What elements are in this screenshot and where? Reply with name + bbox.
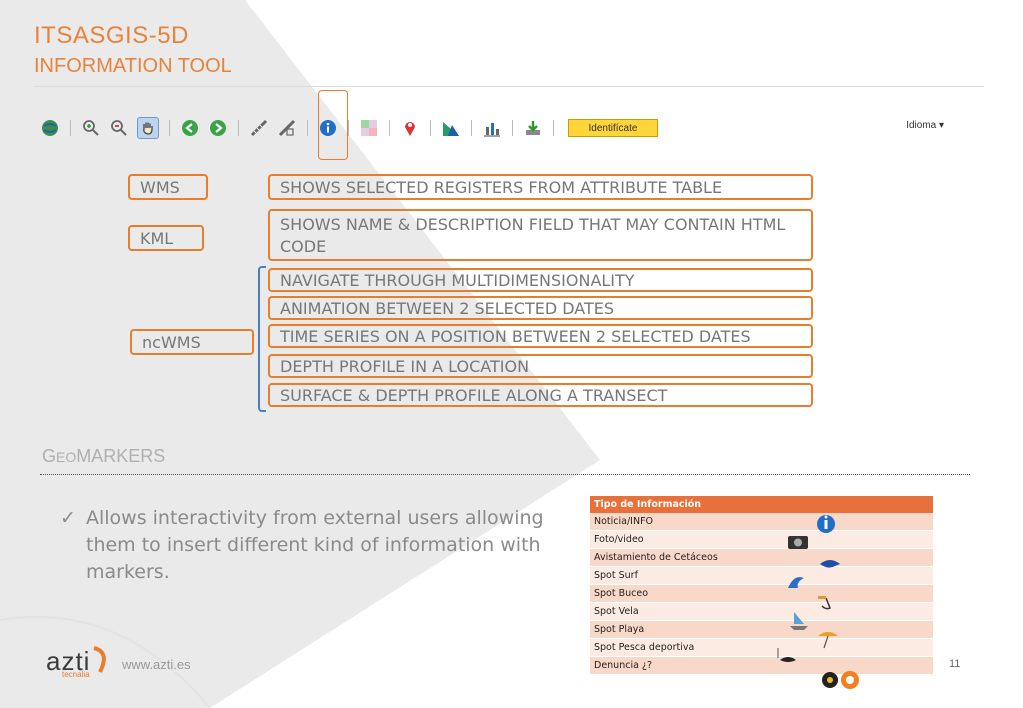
zoom-in-icon[interactable] <box>81 118 101 138</box>
toolbar-separator <box>430 120 431 136</box>
surf-marker-icon <box>788 577 804 588</box>
toolbar-separator <box>238 120 239 136</box>
chart-icon[interactable] <box>482 118 502 138</box>
measure-area-icon[interactable] <box>277 118 297 138</box>
bullet-text: Allows interactivity from external users… <box>86 507 544 583</box>
toolbar-separator <box>389 120 390 136</box>
sail-marker-icon <box>790 612 808 630</box>
pan-hand-icon[interactable] <box>137 117 159 139</box>
feature-box: SHOWS NAME & DESCRIPTION FIELD THAT MAY … <box>268 209 813 261</box>
geomarkers-heading-small: EO <box>56 449 77 465</box>
toolbar-separator <box>307 120 308 136</box>
info-tool-highlight <box>318 90 348 160</box>
identify-button[interactable]: Identifícate <box>568 119 658 137</box>
feature-box: DEPTH PROFILE IN A LOCATION <box>268 354 813 378</box>
group-label-ncwms: ncWMS <box>130 329 254 355</box>
toolbar-separator <box>348 120 349 136</box>
logo-swoosh-icon <box>93 646 106 673</box>
footer-url[interactable]: www.azti.es <box>122 657 191 672</box>
zoom-out-icon[interactable] <box>109 118 129 138</box>
beach-marker-icon <box>818 632 838 649</box>
language-dropdown[interactable]: Idioma ▾ <box>906 120 944 131</box>
table-header: Tipo de Información <box>590 496 758 513</box>
toolbar-separator <box>471 120 472 136</box>
ncwms-bracket <box>258 266 266 412</box>
page-title: ITSASGIS-5D <box>34 22 189 49</box>
camera-marker-icon <box>788 536 808 549</box>
title-divider <box>34 86 984 87</box>
marker-icons <box>777 515 859 689</box>
diving-marker-icon <box>818 596 831 610</box>
profile-icon[interactable] <box>441 118 461 138</box>
whale-marker-icon <box>820 560 840 568</box>
geomarkers-heading-rest: MARKERS <box>76 446 166 466</box>
fishing-marker-icon <box>777 648 796 662</box>
page-number: 11 <box>949 658 961 670</box>
feature-box: TIME SERIES ON A POSITION BETWEEN 2 SELE… <box>268 324 813 348</box>
group-label-wms: WMS <box>128 174 208 200</box>
feature-box: NAVIGATE THROUGH MULTIDIMENSIONALITY <box>268 268 813 292</box>
geomarkers-heading-first: G <box>42 446 57 466</box>
hazard-marker-icon <box>822 671 859 689</box>
checkmark-icon: ✓ <box>60 507 76 529</box>
group-label-kml: KML <box>128 225 204 251</box>
page-subtitle: INFORMATION TOOL <box>34 55 232 77</box>
globe-icon[interactable] <box>40 118 60 138</box>
download-icon[interactable] <box>523 118 543 138</box>
forward-arrow-icon[interactable] <box>208 118 228 138</box>
info-marker-icon <box>817 515 835 533</box>
toolbar-separator <box>169 120 170 136</box>
map-toolbar: Identifícate Idioma ▾ <box>36 108 944 148</box>
toolbar-separator <box>70 120 71 136</box>
layers-icon[interactable] <box>359 118 379 138</box>
toolbar-separator <box>553 120 554 136</box>
feature-box: SHOWS SELECTED REGISTERS FROM ATTRIBUTE … <box>268 174 813 200</box>
measure-line-icon[interactable] <box>249 118 269 138</box>
geomarkers-heading: GEOMARKERS <box>42 446 165 467</box>
section-divider <box>40 474 970 475</box>
marker-pin-icon[interactable] <box>400 118 420 138</box>
geomarkers-bullet: ✓ Allows interactivity from external use… <box>60 505 562 586</box>
azti-logo-sub: tecnalia <box>62 670 90 679</box>
toolbar-separator <box>512 120 513 136</box>
back-arrow-icon[interactable] <box>180 118 200 138</box>
feature-box: SURFACE & DEPTH PROFILE ALONG A TRANSECT <box>268 383 813 407</box>
feature-box: ANIMATION BETWEEN 2 SELECTED DATES <box>268 296 813 320</box>
